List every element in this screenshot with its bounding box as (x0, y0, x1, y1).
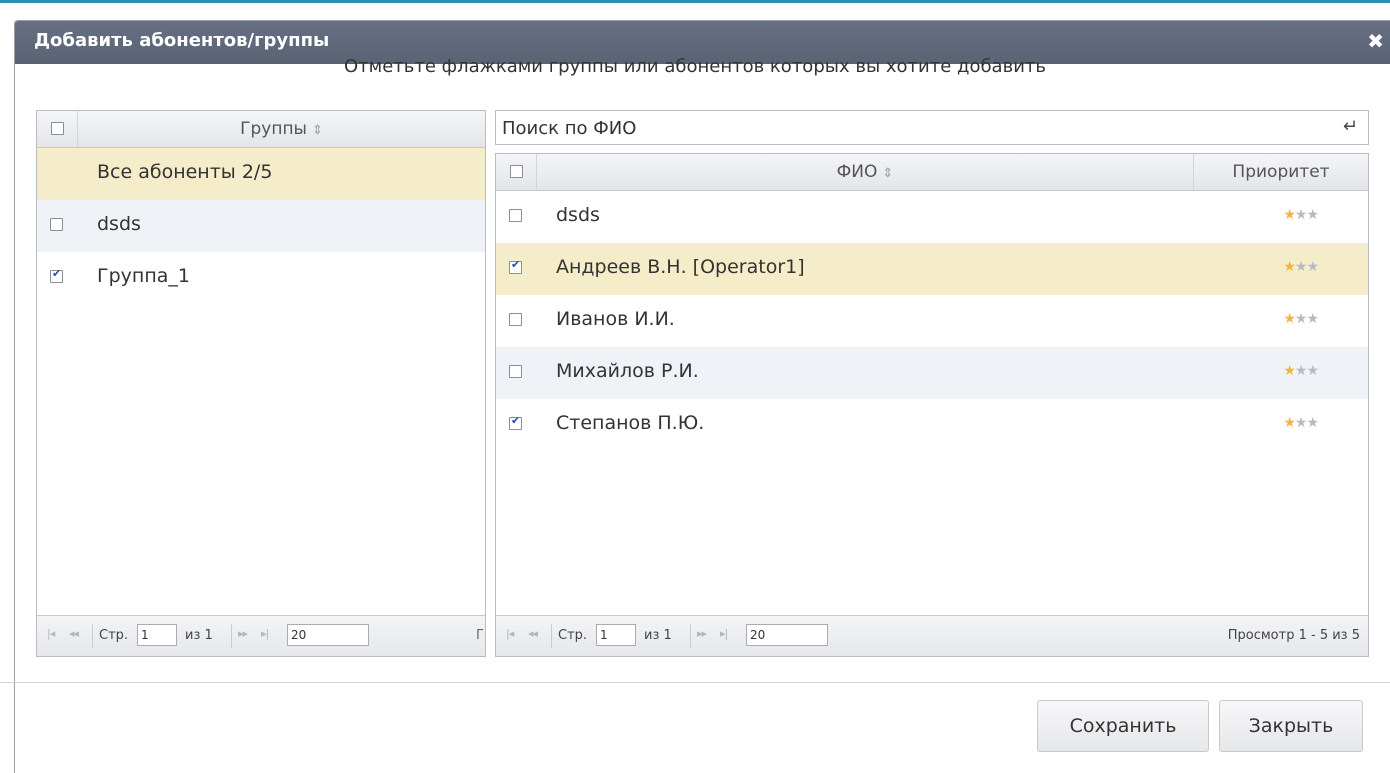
fio-column-header[interactable]: ФИО ⇕ (537, 154, 1193, 190)
priority-stars[interactable]: ★★★ (1283, 259, 1319, 275)
star-icon[interactable]: ★ (1283, 363, 1296, 379)
priority-column-header[interactable]: Приоритет (1194, 154, 1368, 190)
top-accent-line (0, 0, 1390, 3)
group-row[interactable]: Все абоненты 2/5 (37, 148, 485, 200)
subscriber-name: dsds (556, 204, 600, 226)
page-label: Стр. (99, 628, 129, 643)
star-icon[interactable]: ★ (1306, 259, 1319, 275)
star-icon[interactable]: ★ (1283, 207, 1296, 223)
priority-stars[interactable]: ★★★ (1283, 363, 1319, 379)
pager-overflow-text: Г (476, 628, 484, 643)
sort-icon: ⇕ (311, 123, 323, 138)
page-count-label: из 1 (644, 628, 672, 643)
subscriber-row[interactable]: Михайлов Р.И. ★★★ (496, 347, 1368, 399)
group-label: dsds (97, 213, 141, 235)
subscribers-header: ФИО ⇕ Приоритет (496, 154, 1368, 191)
page-count-label: из 1 (185, 628, 213, 643)
star-icon[interactable]: ★ (1306, 207, 1319, 223)
subscriber-name: Иванов И.И. (556, 308, 675, 330)
priority-stars[interactable]: ★★★ (1283, 207, 1319, 223)
page-size-input[interactable] (287, 624, 369, 646)
star-icon[interactable]: ★ (1295, 363, 1308, 379)
close-icon[interactable]: ✖ (1367, 29, 1384, 53)
groups-header: Группы ⇕ (37, 111, 485, 148)
subscriber-row[interactable]: Иванов И.И. ★★★ (496, 295, 1368, 347)
view-info-text: Просмотр 1 - 5 из 5 (1227, 628, 1360, 643)
group-row[interactable]: dsds (37, 200, 485, 252)
star-icon[interactable]: ★ (1306, 363, 1319, 379)
last-page-icon[interactable]: ▸| (261, 627, 269, 640)
footer-divider (0, 682, 1390, 683)
next-page-icon[interactable]: ▸▸ (697, 627, 707, 640)
next-page-icon[interactable]: ▸▸ (238, 627, 248, 640)
page-label: Стр. (558, 628, 588, 643)
groups-select-all-checkbox[interactable] (51, 122, 64, 135)
group-label: Группа_1 (97, 265, 190, 287)
star-icon[interactable]: ★ (1283, 259, 1296, 275)
prev-page-icon[interactable]: ◂◂ (528, 627, 538, 640)
star-icon[interactable]: ★ (1283, 311, 1296, 327)
dialog-title: Добавить абонентов/группы (34, 30, 330, 51)
fio-header-label: ФИО (836, 162, 878, 182)
groups-header-label: Группы (240, 119, 307, 139)
enter-icon[interactable]: ↵ (1343, 116, 1358, 137)
groups-panel: Группы ⇕ Все абоненты 2/5 dsds Группа_1 |◂ … (36, 110, 486, 657)
star-icon[interactable]: ★ (1306, 311, 1319, 327)
subscriber-name: Михайлов Р.И. (556, 360, 699, 382)
star-icon[interactable]: ★ (1295, 207, 1308, 223)
first-page-icon[interactable]: |◂ (47, 627, 55, 640)
star-icon[interactable]: ★ (1295, 415, 1308, 431)
star-icon[interactable]: ★ (1295, 311, 1308, 327)
subscriber-row[interactable]: Андреев В.Н. [Operator1]★★★ (496, 243, 1368, 295)
last-page-icon[interactable]: ▸| (720, 627, 728, 640)
priority-stars[interactable]: ★★★ (1283, 311, 1319, 327)
subscribers-select-all-checkbox[interactable] (510, 165, 523, 178)
star-icon[interactable]: ★ (1283, 415, 1296, 431)
prev-page-icon[interactable]: ◂◂ (69, 627, 79, 640)
subscriber-checkbox[interactable] (509, 209, 522, 222)
sort-icon: ⇕ (882, 166, 894, 181)
subscriber-checkbox[interactable] (509, 258, 522, 274)
subscriber-row[interactable]: dsds ★★★ (496, 191, 1368, 243)
search-input[interactable] (500, 113, 1324, 144)
subscriber-checkbox[interactable] (509, 313, 522, 326)
groups-column-header[interactable]: Группы ⇕ (78, 111, 485, 147)
star-icon[interactable]: ★ (1295, 259, 1308, 275)
first-page-icon[interactable]: |◂ (506, 627, 514, 640)
groups-pager: |◂ ◂◂ Стр. из 1 ▸▸ ▸| Г (37, 615, 485, 656)
page-number-input[interactable] (596, 624, 636, 646)
subscribers-pager: |◂ ◂◂ Стр. из 1 ▸▸ ▸| Просмотр 1 - 5 из … (496, 615, 1368, 656)
page-size-input[interactable] (746, 624, 828, 646)
subscriber-checkbox[interactable] (509, 365, 522, 378)
priority-stars[interactable]: ★★★ (1283, 415, 1319, 431)
group-checkbox[interactable] (50, 218, 63, 231)
save-button[interactable]: Сохранить (1037, 700, 1209, 752)
star-icon[interactable]: ★ (1306, 415, 1319, 431)
group-label: Все абоненты 2/5 (97, 161, 273, 183)
subscribers-panel: ФИО⇕ Приоритет dsds★★★Андреев В.Н. [Oper… (495, 153, 1369, 657)
close-button[interactable]: Закрыть (1219, 700, 1363, 752)
page-number-input[interactable] (137, 624, 177, 646)
subscriber-name: Андреев В.Н. [Operator1] (556, 256, 805, 278)
subscriber-row[interactable]: Степанов П.Ю.★★★ (496, 399, 1368, 451)
group-checkbox[interactable] (50, 267, 63, 283)
group-row[interactable]: Группа_1 (37, 252, 485, 304)
subscriber-name: Степанов П.Ю. (556, 412, 705, 434)
search-box: ↵ (495, 110, 1369, 145)
subscriber-checkbox[interactable] (509, 414, 522, 430)
instruction-text: Отметьте флажками группы или абонентов к… (344, 56, 1046, 77)
